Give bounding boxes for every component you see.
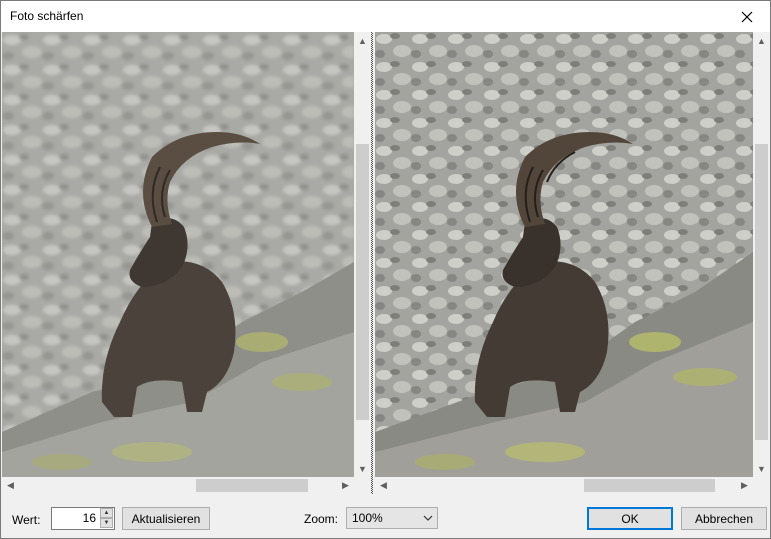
scroll-left-arrow-icon[interactable]: ◀: [375, 477, 392, 494]
sharpened-photo: [375, 32, 753, 477]
close-icon: [741, 11, 753, 22]
scroll-right-arrow-icon[interactable]: ▶: [337, 477, 354, 494]
original-photo: [2, 32, 354, 477]
scroll-left-arrow-icon[interactable]: ◀: [2, 477, 19, 494]
chevron-down-icon: [423, 515, 433, 521]
sharpened-horizontal-scrollbar[interactable]: ◀ ▶: [375, 477, 753, 494]
scroll-right-arrow-icon[interactable]: ▶: [736, 477, 753, 494]
sharpened-vertical-scrollbar[interactable]: ▲ ▼: [753, 32, 770, 477]
vertical-scroll-thumb[interactable]: [356, 144, 369, 420]
horizontal-scroll-thumb[interactable]: [584, 479, 715, 492]
horizontal-scroll-thumb[interactable]: [196, 479, 308, 492]
sharpened-preview-pane: ▲ ▼ ◀ ▶: [375, 32, 770, 494]
vertical-scroll-thumb[interactable]: [755, 144, 768, 440]
sharpen-photo-dialog: Foto schärfen ▲ ▼ ◀ ▶ ▲ ▼ ◀ ▶ Wert: 16 ▲…: [0, 0, 771, 539]
spin-down-icon[interactable]: ▼: [100, 518, 113, 528]
close-button[interactable]: [724, 1, 770, 32]
scroll-up-arrow-icon[interactable]: ▲: [753, 32, 770, 49]
spin-up-icon[interactable]: ▲: [100, 508, 113, 518]
scroll-down-arrow-icon[interactable]: ▼: [753, 460, 770, 477]
cancel-button[interactable]: Abbrechen: [681, 507, 767, 530]
zoom-label: Zoom:: [304, 512, 339, 526]
ok-button[interactable]: OK: [587, 507, 673, 530]
title-bar: Foto schärfen: [1, 1, 770, 32]
zoom-dropdown[interactable]: 100%: [346, 507, 438, 529]
window-title: Foto schärfen: [10, 9, 84, 23]
value-label: Wert:: [12, 513, 41, 527]
value-input[interactable]: 16: [83, 511, 96, 525]
zoom-value: 100%: [352, 511, 383, 525]
value-spinbox[interactable]: 16 ▲ ▼: [51, 507, 115, 530]
original-horizontal-scrollbar[interactable]: ◀ ▶: [2, 477, 354, 494]
original-preview-pane: ▲ ▼ ◀ ▶: [2, 32, 371, 494]
update-button[interactable]: Aktualisieren: [122, 507, 210, 530]
